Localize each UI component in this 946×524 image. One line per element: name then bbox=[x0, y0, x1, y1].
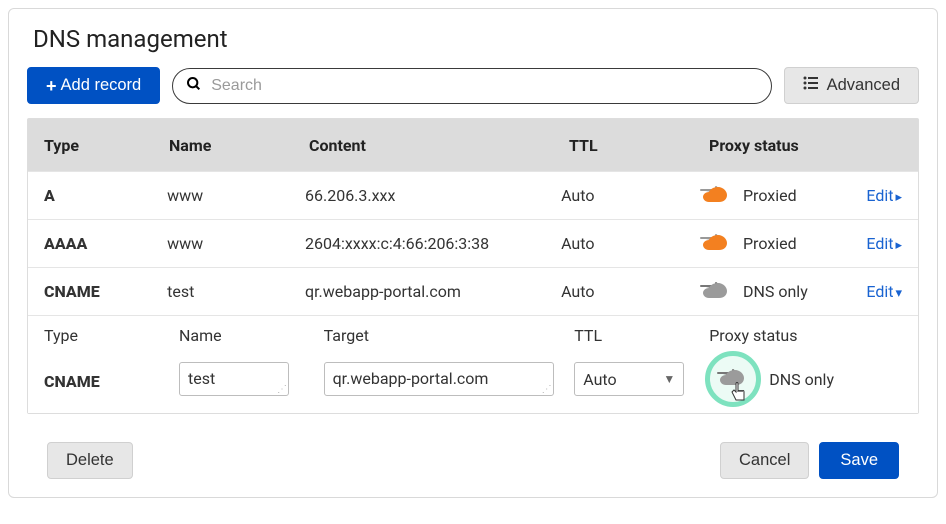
cell-ttl: Auto bbox=[561, 282, 699, 301]
toolbar: +Add record Advanced bbox=[27, 67, 919, 104]
cell-content: 66.206.3.xxx bbox=[305, 186, 561, 205]
edit-link[interactable]: Edit▸ bbox=[866, 234, 902, 253]
proxy-toggle-highlight bbox=[705, 351, 761, 407]
edit-labels: Type Name Target TTL Proxy status bbox=[44, 326, 902, 345]
target-input[interactable]: qr.webapp-portal.com ⋰ bbox=[324, 362, 554, 396]
cell-ttl: Auto bbox=[561, 234, 699, 253]
cell-ttl: Auto bbox=[561, 186, 699, 205]
edit-link[interactable]: Edit▸ bbox=[866, 186, 902, 205]
cloud-dnsonly-icon bbox=[699, 280, 733, 304]
table-header: Type Name Content TTL Proxy status bbox=[28, 119, 918, 171]
chevron-right-icon: ▸ bbox=[895, 190, 902, 205]
cell-proxy: Proxied bbox=[699, 184, 866, 208]
search-icon bbox=[186, 76, 202, 96]
cell-proxy: Proxied bbox=[699, 232, 866, 256]
cursor-hand-icon bbox=[730, 382, 748, 406]
edit-label-proxy: Proxy status bbox=[709, 326, 902, 345]
cloud-proxied-icon bbox=[699, 232, 733, 256]
cell-name: www bbox=[167, 186, 305, 205]
edit-label-ttl: TTL bbox=[574, 326, 709, 345]
cell-name: test bbox=[167, 282, 305, 301]
cell-name: www bbox=[167, 234, 305, 253]
page-title: DNS management bbox=[33, 25, 919, 53]
search-wrap bbox=[172, 68, 771, 104]
edit-proxy-label: DNS only bbox=[769, 370, 834, 389]
edit-row: Type Name Target TTL Proxy status CNAME … bbox=[28, 315, 918, 413]
edit-link[interactable]: Edit▾ bbox=[866, 282, 902, 301]
cell-content: qr.webapp-portal.com bbox=[305, 282, 561, 301]
dns-panel: DNS management +Add record Advanced Type… bbox=[8, 8, 938, 498]
cell-proxy: DNS only bbox=[699, 280, 866, 304]
advanced-label: Advanced bbox=[827, 76, 900, 95]
cloud-proxied-icon bbox=[699, 184, 733, 208]
col-content: Content bbox=[309, 136, 569, 155]
save-button[interactable]: Save bbox=[819, 442, 899, 479]
caret-down-icon: ▼ bbox=[663, 372, 675, 386]
delete-button[interactable]: Delete bbox=[47, 442, 133, 479]
table-row: CNAME test qr.webapp-portal.com Auto DNS… bbox=[28, 267, 918, 315]
col-type: Type bbox=[44, 136, 169, 155]
cell-content: 2604:xxxx:c:4:66:206:3:38 bbox=[305, 234, 561, 253]
edit-label-type: Type bbox=[44, 326, 179, 345]
search-input[interactable] bbox=[172, 68, 771, 104]
ttl-select[interactable]: Auto ▼ bbox=[574, 362, 684, 396]
plus-icon: + bbox=[46, 77, 57, 95]
chevron-right-icon: ▸ bbox=[895, 238, 902, 253]
col-ttl: TTL bbox=[569, 136, 709, 155]
advanced-button[interactable]: Advanced bbox=[784, 67, 919, 104]
chevron-down-icon: ▾ bbox=[895, 286, 902, 301]
name-input[interactable]: test ⋰ bbox=[179, 362, 289, 396]
resize-grip-icon: ⋰ bbox=[542, 387, 551, 393]
records-table: Type Name Content TTL Proxy status A www… bbox=[27, 118, 919, 414]
table-row: A www 66.206.3.xxx Auto Proxied Edit▸ bbox=[28, 171, 918, 219]
edit-label-name: Name bbox=[179, 326, 324, 345]
table-row: AAAA www 2604:xxxx:c:4:66:206:3:38 Auto … bbox=[28, 219, 918, 267]
col-name: Name bbox=[169, 136, 309, 155]
cell-type: AAAA bbox=[44, 234, 167, 253]
cell-type: CNAME bbox=[44, 282, 167, 301]
edit-fields: CNAME test ⋰ qr.webapp-portal.com ⋰ Auto bbox=[44, 351, 902, 407]
cell-type: A bbox=[44, 186, 167, 205]
cancel-button[interactable]: Cancel bbox=[720, 442, 809, 479]
add-record-button[interactable]: +Add record bbox=[27, 67, 160, 104]
edit-label-target: Target bbox=[324, 326, 575, 345]
list-icon bbox=[803, 76, 819, 95]
add-record-label: Add record bbox=[61, 76, 142, 95]
resize-grip-icon: ⋰ bbox=[277, 387, 286, 393]
edit-type-value: CNAME bbox=[44, 372, 179, 391]
footer: Delete Cancel Save bbox=[27, 442, 919, 479]
col-proxy: Proxy status bbox=[709, 136, 879, 155]
